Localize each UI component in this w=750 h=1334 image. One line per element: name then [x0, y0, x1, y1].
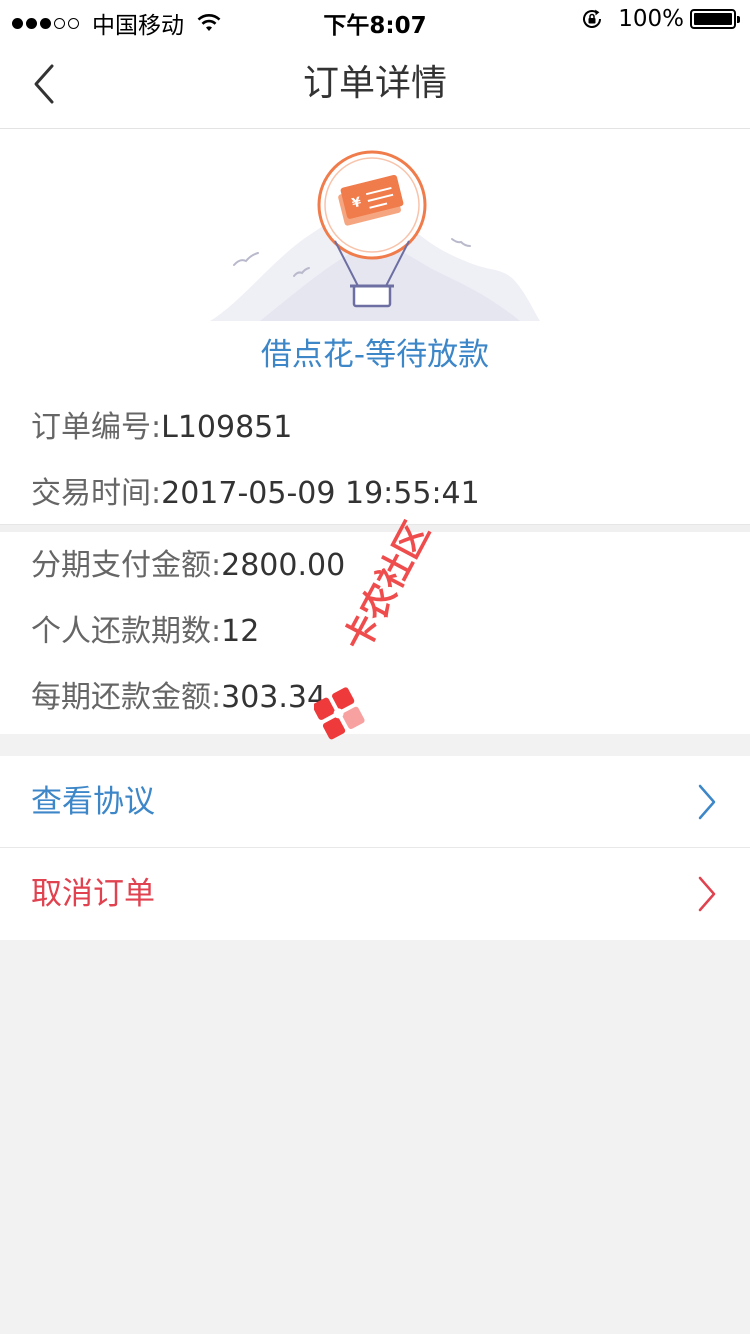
installment-amount-value: 2800.00 [221, 548, 346, 583]
status-bar: 中国移动 下午8:07 100% [0, 0, 750, 40]
hot-air-balloon-money-icon: ¥ [210, 150, 540, 321]
trade-time-row: 交易时间:2017-05-09 19:55:41 [31, 474, 480, 514]
trade-time-value: 2017-05-09 19:55:41 [161, 476, 480, 511]
battery-icon [690, 9, 740, 29]
cancel-order-item[interactable]: 取消订单 [0, 848, 750, 940]
per-period-amount-row: 每期还款金额:303.34 [31, 678, 326, 718]
trade-time-label: 交易时间: [31, 476, 162, 511]
order-number-label: 订单编号: [31, 410, 162, 445]
status-bar-right: 100% [580, 6, 740, 32]
chevron-right-icon [698, 784, 716, 820]
chevron-right-icon [698, 876, 716, 912]
per-period-amount-value: 303.34 [221, 680, 327, 715]
periods-row: 个人还款期数:12 [31, 612, 259, 652]
order-status-header: ¥ 借点花-等待放款 [0, 129, 750, 391]
per-period-amount-label: 每期还款金额: [31, 680, 222, 715]
installment-info-section: 分期支付金额:2800.00 个人还款期数:12 每期还款金额:303.34 [0, 532, 750, 734]
order-number-value: L109851 [161, 410, 293, 445]
periods-label: 个人还款期数: [31, 614, 222, 649]
order-number-row: 订单编号:L109851 [31, 408, 292, 448]
order-detail-screen: 中国移动 下午8:07 100% 订单详情 ¥ 借点花-等待放款 订单编号:L1… [0, 0, 750, 1334]
order-status-title: 借点花-等待放款 [260, 337, 490, 373]
view-agreement-item[interactable]: 查看协议 [0, 756, 750, 848]
page-title: 订单详情 [302, 63, 447, 104]
battery-percentage: 100% [618, 6, 684, 32]
view-agreement-label: 查看协议 [31, 784, 155, 820]
installment-amount-label: 分期支付金额: [31, 548, 222, 583]
periods-value: 12 [221, 614, 260, 649]
orientation-lock-icon [583, 9, 602, 28]
installment-amount-row: 分期支付金额:2800.00 [31, 546, 345, 586]
order-info-section: 订单编号:L109851 交易时间:2017-05-09 19:55:41 [0, 391, 750, 524]
action-menu: 查看协议 取消订单 [0, 756, 750, 940]
navigation-bar: 订单详情 [0, 40, 750, 129]
cancel-order-label: 取消订单 [31, 876, 155, 912]
section-divider [0, 524, 750, 532]
